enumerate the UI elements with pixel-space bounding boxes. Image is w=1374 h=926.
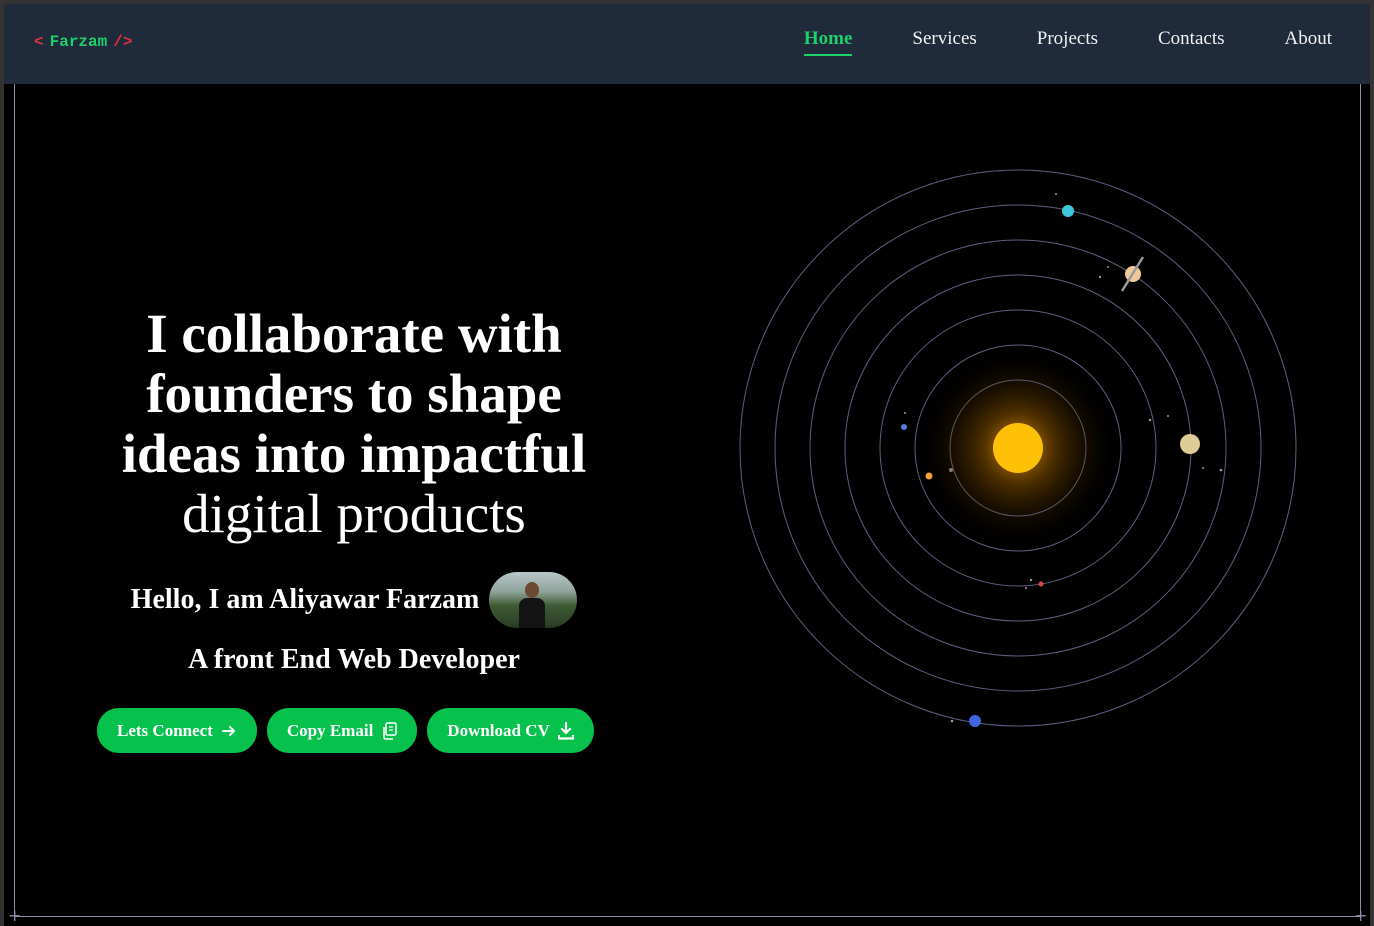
avatar: [489, 572, 578, 628]
planet-blue-small: [901, 424, 907, 430]
headline-line: I collaborate with: [146, 303, 562, 364]
headline-line: digital products: [182, 483, 526, 544]
cta-buttons: Lets Connect Copy Email Download CV: [97, 708, 594, 753]
frame-corner-plus-icon: +: [8, 906, 22, 925]
planet-tan: [1180, 434, 1200, 454]
navbar: < Farzam /> Home Services Projects Contact…: [4, 4, 1370, 84]
copy-icon: [381, 721, 398, 740]
planet-cyan: [1062, 205, 1074, 217]
greeting-text: Hello, I am Aliyawar Farzam: [130, 584, 480, 615]
intro-row: Hello, I am Aliyawar Farzam: [64, 572, 644, 628]
planet-red: [1038, 581, 1044, 587]
lets-connect-button[interactable]: Lets Connect: [97, 708, 257, 753]
planet-saturn: [1120, 256, 1145, 292]
frame-corner-plus-icon: +: [1354, 906, 1368, 925]
logo[interactable]: < Farzam />: [34, 33, 132, 51]
frame-border-bottom: [14, 916, 1360, 917]
planet-blue: [969, 715, 981, 727]
nav-link-projects[interactable]: Projects: [1037, 28, 1098, 56]
headline-line: founders to shape: [146, 363, 562, 424]
nav-link-services[interactable]: Services: [912, 28, 976, 56]
solar-system-animation: [739, 169, 1297, 727]
sun: [993, 423, 1043, 473]
nav-links: Home Services Projects Contacts About: [744, 28, 1332, 56]
nav-link-home[interactable]: Home: [803, 28, 852, 56]
download-icon: [557, 721, 574, 740]
planet-orange: [925, 472, 933, 480]
role-text: A front End Web Developer: [188, 644, 520, 675]
download-cv-button[interactable]: Download CV: [427, 708, 594, 753]
lets-connect-label: Lets Connect: [117, 720, 213, 740]
logo-close-bracket: />: [113, 33, 133, 51]
arrow-right-icon: [221, 723, 237, 739]
nav-link-about[interactable]: About: [1285, 28, 1333, 56]
frame-border-right: [1360, 84, 1361, 918]
copy-email-button[interactable]: Copy Email: [266, 708, 418, 753]
logo-name: Farzam: [49, 33, 108, 51]
hero-section: I collaborate with founders to shape ide…: [64, 304, 644, 753]
headline-line: ideas into impactful: [121, 423, 587, 484]
download-cv-label: Download CV: [447, 720, 550, 740]
frame-border-left: [14, 84, 15, 918]
logo-open-bracket: <: [34, 33, 44, 51]
hero-headline: I collaborate with founders to shape ide…: [64, 304, 644, 544]
copy-email-label: Copy Email: [286, 720, 374, 740]
nav-link-contacts[interactable]: Contacts: [1158, 28, 1225, 56]
app-window: < Farzam /> Home Services Projects Contact…: [4, 4, 1370, 926]
